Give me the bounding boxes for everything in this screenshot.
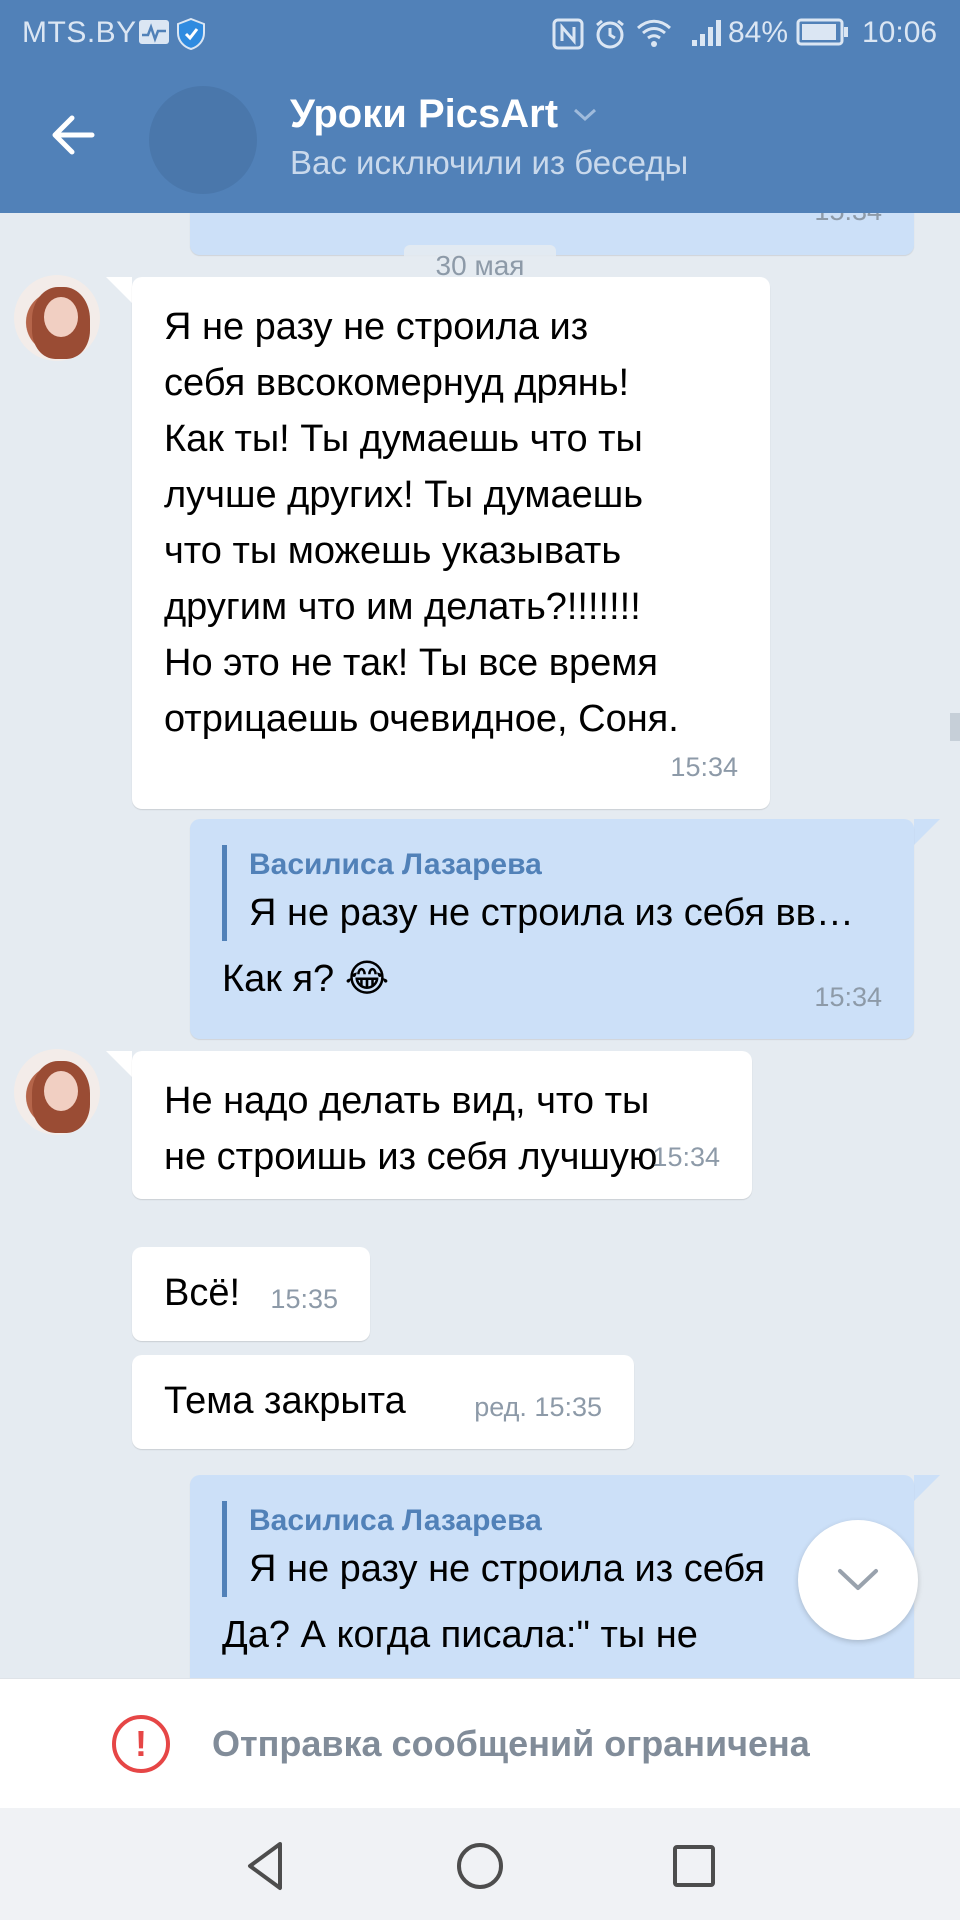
conversation-avatar[interactable] — [149, 86, 257, 194]
signal-icon — [690, 18, 724, 53]
message-list[interactable]: 15:34 30 мая Я не разу не строила из себ… — [0, 213, 960, 1678]
square-recents-icon — [673, 1845, 715, 1887]
conversation-title[interactable]: Уроки PicsArt — [290, 92, 598, 137]
message-bubble-incoming[interactable]: Я не разу не строила из себя ввсокомерну… — [132, 277, 770, 809]
restriction-bar: ! Отправка сообщений ограничена — [0, 1678, 960, 1808]
message-text: Не надо делать вид, что ты не строишь из… — [164, 1080, 658, 1178]
quote-author: Василиса Лазарева — [249, 1504, 542, 1537]
carrier-label: MTS.BY — [22, 16, 137, 49]
wifi-icon — [636, 18, 672, 53]
status-bar: MTS.BY 84% 10:06 — [0, 0, 960, 66]
message-text: Как я? 😂 — [222, 958, 390, 1000]
scroll-to-bottom-button[interactable] — [798, 1520, 918, 1640]
message-time: 15:34 — [814, 213, 882, 239]
message-bubble-incoming[interactable]: Тема закрыта ред. 15:35 — [132, 1355, 634, 1449]
conversation-subtitle: Вас исключили из беседы — [290, 144, 689, 181]
system-nav-bar — [0, 1808, 960, 1920]
warning-icon: ! — [112, 1715, 170, 1773]
clock: 10:06 — [862, 16, 938, 49]
restriction-text: Отправка сообщений ограничена — [212, 1723, 810, 1764]
message-bubble-outgoing[interactable]: Василиса Лазарева Я не разу не строила и… — [190, 819, 914, 1039]
scrollbar-thumb[interactable] — [950, 713, 960, 741]
reply-quote[interactable]: Василиса Лазарева Я не разу не строила и… — [222, 1501, 765, 1597]
sender-avatar[interactable] — [14, 1049, 100, 1135]
battery-percent: 84% — [728, 16, 789, 49]
message-bubble-incoming[interactable]: Всё! 15:35 — [132, 1247, 370, 1341]
message-text: Я не разу не строила из себя ввсокомерну… — [164, 306, 679, 740]
message-time: ред. 15:35 — [474, 1392, 602, 1422]
message-bubble-incoming[interactable]: Не надо делать вид, что ты не строишь из… — [132, 1051, 752, 1199]
nav-home-button[interactable] — [450, 1836, 510, 1896]
circle-home-icon — [457, 1843, 503, 1889]
quote-text: Я не разу не строила из себя вв… — [249, 892, 854, 934]
chevron-down-icon — [838, 1569, 878, 1590]
back-button[interactable] — [40, 100, 110, 170]
quote-text: Я не разу не строила из себя — [249, 1548, 765, 1590]
message-text: Да? А когда писала:" ты не — [222, 1614, 698, 1656]
nfc-icon — [552, 18, 584, 55]
quote-author: Василиса Лазарева — [249, 848, 542, 881]
message-text: Тема закрыта — [164, 1380, 406, 1422]
arrow-left-icon — [52, 115, 95, 155]
shield-icon — [176, 17, 206, 55]
message-time: 15:34 — [814, 982, 882, 1012]
triangle-back-icon — [248, 1842, 282, 1890]
message-time: 15:34 — [670, 752, 738, 782]
message-time: 15:34 — [652, 1142, 720, 1172]
nav-back-button[interactable] — [236, 1836, 296, 1896]
battery-icon — [796, 18, 850, 51]
app-bar: MTS.BY 84% 10:06 Уроки PicsArt Вас исклю… — [0, 0, 960, 213]
alarm-icon — [594, 18, 626, 55]
activity-icon — [138, 18, 170, 51]
chevron-down-icon — [574, 108, 597, 121]
conversation-title-text: Уроки PicsArt — [290, 92, 559, 136]
message-text: Всё! — [164, 1272, 241, 1314]
nav-recents-button[interactable] — [664, 1836, 724, 1896]
sender-avatar[interactable] — [14, 275, 100, 361]
message-time: 15:35 — [270, 1284, 338, 1314]
reply-quote[interactable]: Василиса Лазарева Я не разу не строила и… — [222, 845, 854, 941]
